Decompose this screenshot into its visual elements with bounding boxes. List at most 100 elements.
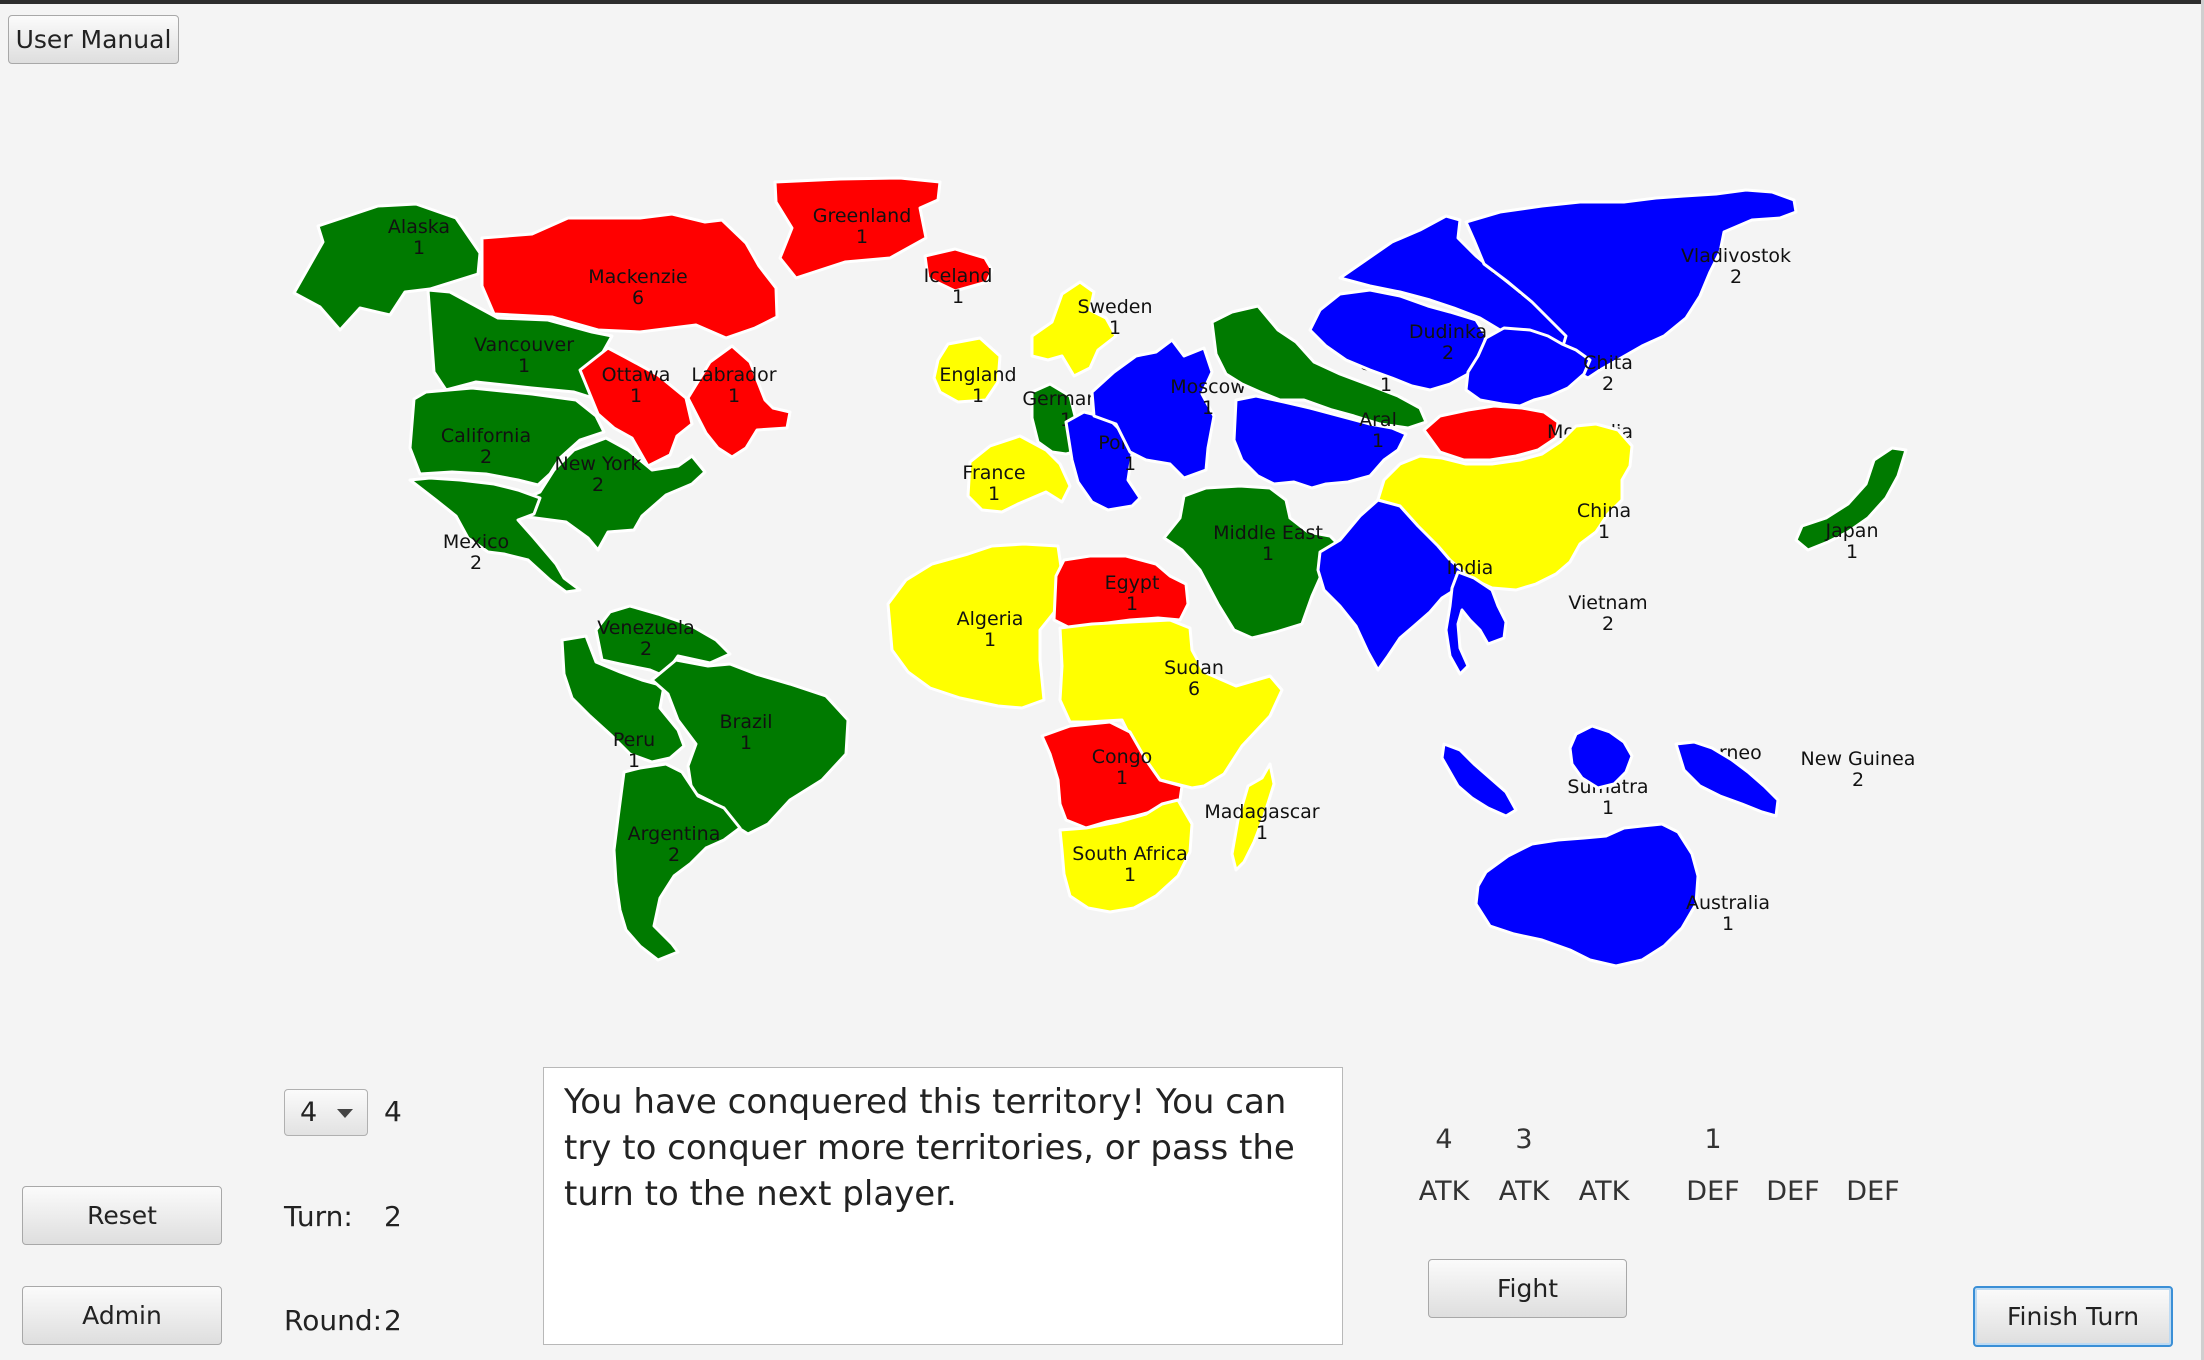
territory-troops-alaska: 1 [413,237,425,259]
territory-name-dudinka: Dudinka [1409,321,1487,343]
territory-japan[interactable]: Japan1 [1794,446,1908,563]
territory-name-japan: Japan [1825,520,1879,542]
territory-name-sudan: Sudan [1164,657,1224,679]
territory-name-new-guinea: New Guinea [1801,748,1916,770]
territory-shape-mongolia[interactable] [1422,404,1560,462]
turn-value: 2 [384,1200,402,1233]
territory-name-france: France [962,462,1025,484]
territory-troops-vladivostok: 2 [1730,266,1742,288]
defense-die-3-label: DEF [1846,1176,1900,1207]
territory-name-mexico: Mexico [443,531,509,553]
territory-troops-egypt: 1 [1126,593,1138,615]
defense-die-2-label: DEF [1766,1176,1820,1207]
territory-name-egypt: Egypt [1105,572,1160,594]
territory-troops-sumatra: 1 [1602,797,1614,819]
troop-count-select[interactable]: 4 [284,1089,368,1136]
defense-die-1-label: DEF [1686,1176,1740,1207]
territory-new-guinea[interactable]: New Guinea2 [1674,740,1916,818]
troop-count-select-value: 4 [300,1097,318,1128]
territory-madagascar[interactable]: Madagascar1 [1204,762,1320,872]
territory-troops-england: 1 [972,385,984,407]
territory-vietnam[interactable]: Vietnam2 [1444,570,1648,676]
attack-die-2-value: 3 [1515,1124,1533,1155]
territory-name-chita: Chita [1583,352,1633,374]
territory-name-venezuela: Venezuela [597,617,695,639]
territory-australia[interactable]: Australia1 [1474,822,1770,968]
territory-troops-vietnam: 2 [1602,613,1614,635]
territory-name-california: California [441,425,531,447]
territory-troops-sudan: 6 [1188,678,1200,700]
territory-name-middle-east: Middle East [1213,522,1323,544]
territory-name-vietnam: Vietnam [1568,592,1647,614]
territory-name-china: China [1577,500,1631,522]
territory-troops-moscow: 1 [1202,397,1214,419]
territory-name-peru: Peru [613,729,655,751]
territory-troops-new-york: 2 [592,474,604,496]
territory-greenland[interactable]: Greenland1 [773,176,942,280]
territory-name-greenland: Greenland [813,205,912,227]
territory-shape-sumatra[interactable] [1440,742,1518,818]
territory-troops-venezuela: 2 [640,638,652,660]
territory-egypt[interactable]: Egypt1 [1052,554,1190,630]
territory-name-vladivostok: Vladivostok [1681,245,1791,267]
game-message-box: You have conquered this territory! You c… [543,1067,1343,1345]
territory-troops-labrador: 1 [728,385,740,407]
attack-die-2-label: ATK [1498,1176,1550,1207]
world-map: Alaska1Mackenzie6Greenland1Iceland1Vanco… [292,176,1916,968]
territory-troops-argentina: 2 [668,844,680,866]
round-value: 2 [384,1304,402,1337]
territory-name-south-africa: South Africa [1072,843,1187,865]
territory-name-sweden: Sweden [1077,296,1152,318]
territory-name-iceland: Iceland [924,265,993,287]
territory-shape-australia[interactable] [1474,822,1700,968]
window-top-border [0,0,2204,4]
attack-die-3-label: ATK [1578,1176,1630,1207]
chevron-down-icon [337,1109,353,1118]
territory-troops-vancouver: 1 [518,355,530,377]
territory-algeria[interactable]: Algeria1 [886,542,1064,710]
turn-label: Turn: [284,1200,353,1233]
territory-troops-greenland: 1 [856,226,868,248]
territory-troops-middle-east: 1 [1262,543,1274,565]
territory-name-alaska: Alaska [388,216,450,238]
territory-troops-algeria: 1 [984,629,996,651]
territory-name-brazil: Brazil [719,711,772,733]
territory-troops-chita: 2 [1602,373,1614,395]
territory-troops-ottawa: 1 [630,385,642,407]
territory-name-labrador: Labrador [691,364,776,386]
territory-troops-sweden: 1 [1109,317,1121,339]
territory-troops-australia: 1 [1722,913,1734,935]
territory-name-madagascar: Madagascar [1204,801,1319,823]
territory-labrador[interactable]: Labrador1 [686,344,792,459]
territory-troops-mexico: 2 [470,552,482,574]
territory-name-vancouver: Vancouver [474,334,574,356]
territory-aral[interactable]: Aral1 [1232,394,1408,490]
user-manual-button[interactable]: User Manual [8,15,179,64]
territory-troops-california: 2 [480,446,492,468]
territory-troops-aral: 1 [1372,430,1384,452]
territory-troops-brazil: 1 [740,732,752,754]
territory-troops-france: 1 [988,483,1000,505]
admin-button[interactable]: Admin [22,1286,222,1345]
territory-name-ottawa: Ottawa [602,364,671,386]
fight-button[interactable]: Fight [1428,1259,1627,1318]
troop-count-value: 4 [384,1095,402,1128]
finish-turn-button[interactable]: Finish Turn [1973,1286,2173,1347]
territory-name-congo: Congo [1092,746,1153,768]
territory-england[interactable]: England1 [932,336,1017,407]
territory-troops-congo: 1 [1116,767,1128,789]
attack-die-1-value: 4 [1435,1124,1453,1155]
territory-name-algeria: Algeria [957,608,1024,630]
territory-troops-japan: 1 [1846,541,1858,563]
territory-name-england: England [939,364,1016,386]
territory-troops-mackenzie: 6 [632,287,644,309]
territory-troops-south-africa: 1 [1124,864,1136,886]
territory-troops-dudinka: 2 [1442,342,1454,364]
territory-iceland[interactable]: Iceland1 [923,247,994,308]
round-label: Round: [284,1304,383,1337]
territory-name-argentina: Argentina [628,823,721,845]
reset-button[interactable]: Reset [22,1186,222,1245]
defense-die-1-value: 1 [1704,1124,1722,1155]
territory-troops-new-guinea: 2 [1852,769,1864,791]
territory-troops-iceland: 1 [952,286,964,308]
